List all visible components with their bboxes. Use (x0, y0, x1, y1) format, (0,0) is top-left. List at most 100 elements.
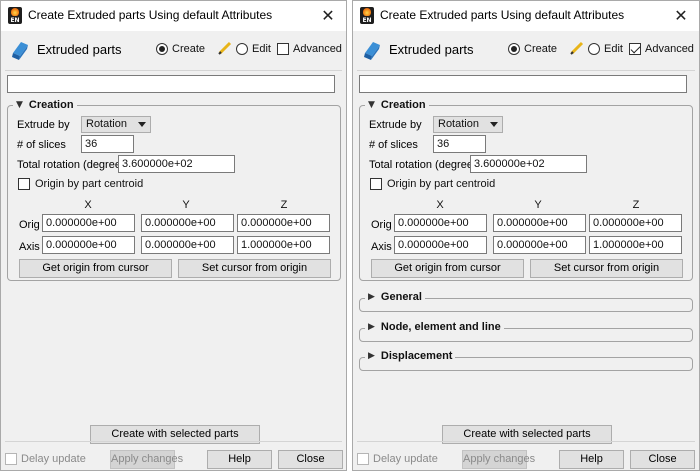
delay-update-checkbox (5, 453, 17, 465)
axis-x-field[interactable]: 0.000000e+00 (42, 236, 135, 254)
expanded-triangle-icon[interactable]: ▼ (368, 100, 375, 110)
general-section: ▶ General (359, 291, 693, 312)
axis-y-field[interactable]: 0.000000e+00 (493, 236, 586, 254)
rotation-label: Total rotation (degrees) (17, 159, 131, 171)
node-element-line-section-title: Node, element and line (380, 321, 501, 333)
window-title: Create Extruded parts Using default Attr… (380, 8, 625, 22)
bottom-divider (5, 441, 342, 442)
node-element-line-section-header[interactable]: ▶ Node, element and line (365, 321, 504, 333)
advanced-label: Advanced (645, 43, 694, 55)
collapsed-triangle-icon[interactable]: ▶ (368, 351, 375, 361)
advanced-toggle[interactable]: Advanced (629, 43, 694, 55)
node-element-line-section: ▶ Node, element and line (359, 321, 693, 342)
chevron-down-icon (490, 122, 498, 127)
axis-z-field[interactable]: 1.000000e+00 (237, 236, 330, 254)
panel-label: Extruded parts (389, 42, 474, 57)
title-bar[interactable]: EN Create Extruded parts Using default A… (353, 1, 699, 31)
help-button[interactable]: Help (207, 450, 272, 469)
extrude-by-select[interactable]: Rotation (433, 116, 503, 133)
collapsed-triangle-icon[interactable]: ▶ (368, 292, 375, 302)
extrude-by-select[interactable]: Rotation (81, 116, 151, 133)
name-input[interactable] (7, 75, 335, 93)
panel-header: Extruded parts Create Edit Advanced (353, 31, 699, 67)
apply-changes-button: Apply changes (462, 450, 535, 469)
creation-title: Creation (28, 99, 74, 111)
get-origin-button[interactable]: Get origin from cursor (371, 259, 524, 278)
general-section-header[interactable]: ▶ General (365, 291, 425, 303)
app-icon: EN (8, 7, 22, 24)
creation-title: Creation (380, 99, 426, 111)
get-origin-button[interactable]: Get origin from cursor (19, 259, 172, 278)
close-button[interactable]: Close (630, 450, 695, 469)
edit-radio[interactable]: Edit (588, 43, 623, 55)
create-radio[interactable]: Create (508, 43, 557, 55)
orig-z-field[interactable]: 0.000000e+00 (237, 214, 330, 232)
edit-radio-dot[interactable] (236, 43, 248, 55)
advanced-checkbox[interactable] (277, 43, 289, 55)
panel-label: Extruded parts (37, 42, 122, 57)
column-y-header: Y (534, 199, 542, 211)
chevron-down-icon (138, 122, 146, 127)
orig-x-field[interactable]: 0.000000e+00 (42, 214, 135, 232)
create-radio-dot[interactable] (508, 43, 520, 55)
centroid-option[interactable]: Origin by part centroid (370, 178, 495, 190)
orig-z-field[interactable]: 0.000000e+00 (589, 214, 682, 232)
displacement-section-header[interactable]: ▶ Displacement (365, 350, 456, 362)
collapsed-triangle-icon[interactable]: ▶ (368, 322, 375, 332)
expanded-triangle-icon[interactable]: ▼ (16, 100, 23, 110)
window-close-button[interactable]: ✕ (316, 4, 340, 28)
help-button[interactable]: Help (559, 450, 624, 469)
create-radio[interactable]: Create (156, 43, 205, 55)
name-input[interactable] (359, 75, 687, 93)
axis-z-field[interactable]: 1.000000e+00 (589, 236, 682, 254)
delay-update-label: Delay update (21, 453, 86, 465)
edit-radio[interactable]: Edit (236, 43, 271, 55)
centroid-option[interactable]: Origin by part centroid (18, 178, 143, 190)
column-z-header: Z (280, 199, 288, 211)
edit-radio-dot[interactable] (588, 43, 600, 55)
advanced-checkbox[interactable] (629, 43, 641, 55)
orig-y-field[interactable]: 0.000000e+00 (493, 214, 586, 232)
extrude-by-label: Extrude by (369, 119, 422, 131)
orig-label: Orig (19, 219, 40, 231)
slices-field[interactable]: 36 (81, 135, 134, 153)
divider (5, 70, 342, 71)
displacement-section-title: Displacement (380, 350, 453, 362)
close-button[interactable]: Close (278, 450, 343, 469)
edit-radio-label: Edit (604, 43, 623, 55)
axis-x-field[interactable]: 0.000000e+00 (394, 236, 487, 254)
dialog-window-basic: EN Create Extruded parts Using default A… (0, 0, 347, 471)
dialog-window-advanced: EN Create Extruded parts Using default A… (352, 0, 700, 471)
window-close-button[interactable]: ✕ (669, 4, 693, 28)
column-x-header: X (436, 199, 444, 211)
orig-x-field[interactable]: 0.000000e+00 (394, 214, 487, 232)
centroid-checkbox[interactable] (370, 178, 382, 190)
panel-header: Extruded parts Create Edit Advanced (1, 31, 346, 67)
axis-label: Axis (19, 241, 40, 253)
creation-group-header[interactable]: ▼ Creation (365, 99, 429, 111)
orig-y-field[interactable]: 0.000000e+00 (141, 214, 234, 232)
advanced-toggle[interactable]: Advanced (277, 43, 342, 55)
rotation-field[interactable]: 3.600000e+02 (118, 155, 235, 173)
axis-y-field[interactable]: 0.000000e+00 (141, 236, 234, 254)
set-cursor-button[interactable]: Set cursor from origin (530, 259, 683, 278)
set-cursor-button[interactable]: Set cursor from origin (178, 259, 331, 278)
slices-field[interactable]: 36 (433, 135, 486, 153)
divider (357, 70, 695, 71)
create-radio-label: Create (524, 43, 558, 55)
centroid-label: Origin by part centroid (35, 178, 144, 190)
title-bar[interactable]: EN Create Extruded parts Using default A… (1, 1, 346, 31)
centroid-checkbox[interactable] (18, 178, 30, 190)
create-radio-dot[interactable] (156, 43, 168, 55)
column-y-header: Y (182, 199, 190, 211)
advanced-label: Advanced (293, 43, 342, 55)
rotation-label: Total rotation (degrees) (369, 159, 483, 171)
general-section-title: General (380, 291, 422, 303)
delay-update-label: Delay update (373, 453, 438, 465)
extrude-by-label: Extrude by (17, 119, 70, 131)
centroid-label: Origin by part centroid (387, 178, 496, 190)
creation-group-header[interactable]: ▼ Creation (13, 99, 77, 111)
rotation-field[interactable]: 3.600000e+02 (470, 155, 587, 173)
pencil-icon (218, 41, 232, 55)
slices-label: # of slices (17, 139, 66, 151)
